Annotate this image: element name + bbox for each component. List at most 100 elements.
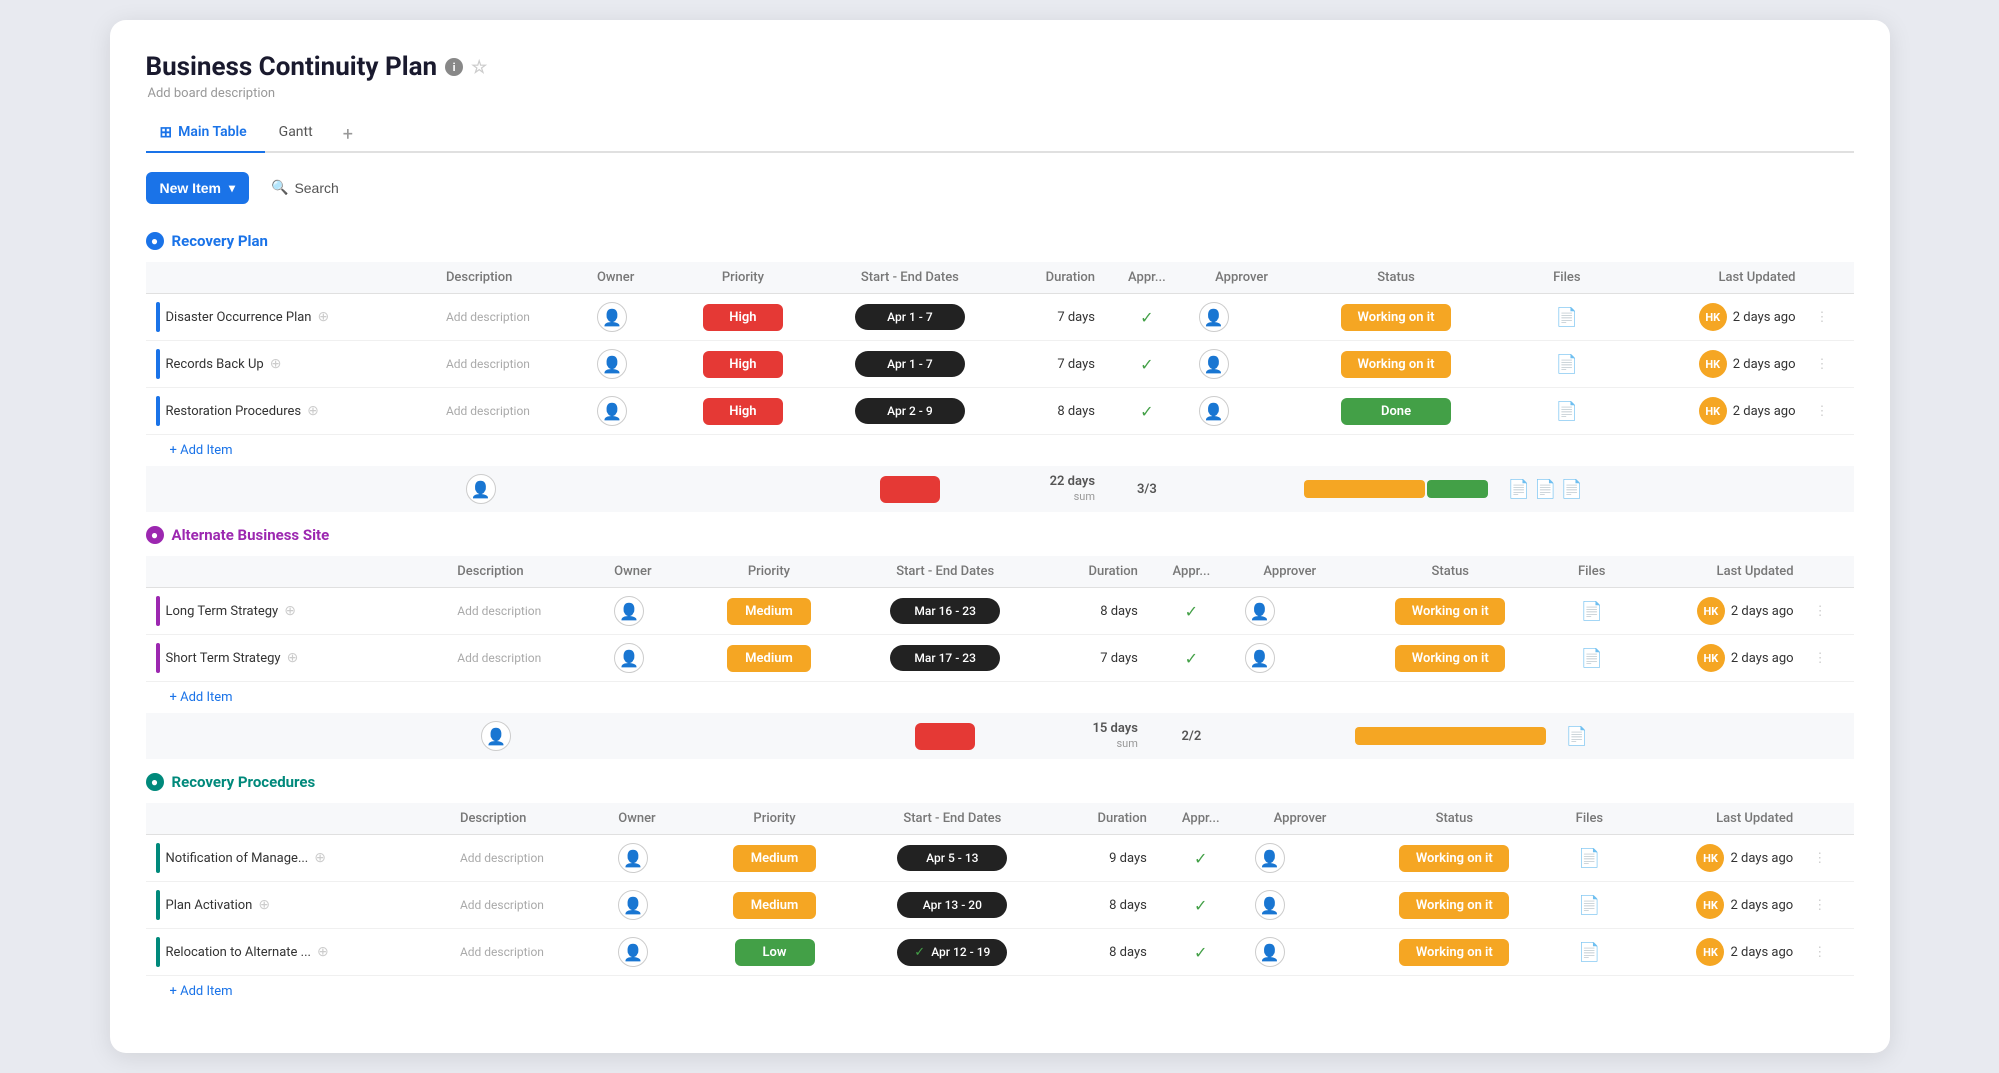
section-title[interactable]: Recovery Plan <box>172 232 268 250</box>
section-collapse-icon[interactable]: ● <box>146 773 164 791</box>
priority-badge[interactable]: Medium <box>727 645 811 672</box>
search-button[interactable]: 🔍 Search <box>261 171 349 204</box>
add-description-icon[interactable]: ⊕ <box>284 603 296 619</box>
date-range-badge[interactable]: Apr 1 - 7 <box>855 351 965 377</box>
date-range-badge[interactable]: Apr 2 - 9 <box>855 398 965 424</box>
approver-avatar[interactable]: 👤 <box>1245 643 1275 673</box>
status-badge[interactable]: Working on it <box>1341 351 1451 378</box>
date-range-badge[interactable]: Apr 5 - 13 <box>897 845 1007 871</box>
tab-main-table[interactable]: ⊞ Main Table <box>146 115 265 153</box>
description-text[interactable]: Add description <box>446 404 530 418</box>
priority-cell: Medium <box>691 635 847 682</box>
item-name[interactable]: Plan Activation <box>166 898 253 913</box>
more-options-icon[interactable]: ⋮ <box>1813 851 1826 866</box>
section-collapse-icon[interactable]: ● <box>146 526 164 544</box>
priority-badge[interactable]: High <box>703 304 783 331</box>
col-files: Files <box>1498 262 1636 294</box>
description-text[interactable]: Add description <box>460 851 544 865</box>
more-options-icon[interactable]: ⋮ <box>1814 651 1827 666</box>
date-range-badge[interactable]: Apr 1 - 7 <box>855 304 965 330</box>
priority-badge[interactable]: Low <box>735 939 815 966</box>
add-description-icon[interactable]: ⊕ <box>258 897 270 913</box>
file-icon: 📄 <box>1534 479 1556 500</box>
status-badge[interactable]: Done <box>1341 398 1451 425</box>
add-description-icon[interactable]: ⊕ <box>314 850 326 866</box>
description-text[interactable]: Add description <box>457 651 541 665</box>
description-text[interactable]: Add description <box>460 898 544 912</box>
description-text[interactable]: Add description <box>457 604 541 618</box>
item-name[interactable]: Restoration Procedures <box>166 404 302 419</box>
new-item-button[interactable]: New Item ▾ <box>146 172 250 204</box>
section-recovery-procedures: ● Recovery Procedures Description Owner … <box>146 769 1854 1007</box>
status-badge[interactable]: Working on it <box>1395 598 1505 625</box>
section-title[interactable]: Alternate Business Site <box>172 526 330 544</box>
priority-badge[interactable]: Medium <box>733 892 817 919</box>
col-name <box>146 262 436 294</box>
owner-avatar[interactable]: 👤 <box>618 937 648 967</box>
owner-avatar[interactable]: 👤 <box>618 890 648 920</box>
description-text[interactable]: Add description <box>446 310 530 324</box>
item-name[interactable]: Long Term Strategy <box>166 604 279 619</box>
more-options-icon[interactable]: ⋮ <box>1813 898 1826 913</box>
approver-cell: 👤 <box>1245 835 1356 882</box>
owner-avatar[interactable]: 👤 <box>618 843 648 873</box>
status-cell: Working on it <box>1345 635 1556 682</box>
add-description-icon[interactable]: ⊕ <box>317 944 329 960</box>
date-range-badge[interactable]: Apr 13 - 20 <box>897 892 1007 918</box>
approver-avatar[interactable]: 👤 <box>1255 890 1285 920</box>
section-title[interactable]: Recovery Procedures <box>172 773 316 791</box>
approver-avatar[interactable]: 👤 <box>1255 843 1285 873</box>
add-item-button[interactable]: + Add Item <box>146 976 1854 1008</box>
col-appr: Appr... <box>1157 803 1245 835</box>
col-more <box>1804 556 1854 588</box>
item-name[interactable]: Notification of Manage... <box>166 851 309 866</box>
priority-cell: Medium <box>696 882 854 929</box>
item-name[interactable]: Short Term Strategy <box>166 651 281 666</box>
board-description[interactable]: Add board description <box>148 86 1854 101</box>
status-badge[interactable]: Working on it <box>1341 304 1451 331</box>
item-name[interactable]: Relocation to Alternate ... <box>166 945 311 960</box>
description-text[interactable]: Add description <box>460 945 544 959</box>
status-badge[interactable]: Working on it <box>1399 845 1509 872</box>
add-item-button[interactable]: + Add Item <box>146 435 1854 467</box>
info-icon[interactable]: i <box>445 58 463 76</box>
status-badge[interactable]: Working on it <box>1399 892 1509 919</box>
approver-avatar[interactable]: 👤 <box>1199 396 1229 426</box>
add-description-icon[interactable]: ⊕ <box>307 403 319 419</box>
add-tab-button[interactable]: + <box>331 116 365 153</box>
owner-avatar[interactable]: 👤 <box>597 302 627 332</box>
approver-avatar[interactable]: 👤 <box>1199 302 1229 332</box>
owner-avatar[interactable]: 👤 <box>597 349 627 379</box>
description-text[interactable]: Add description <box>446 357 530 371</box>
status-badge[interactable]: Working on it <box>1395 645 1505 672</box>
status-badge[interactable]: Working on it <box>1399 939 1509 966</box>
add-description-icon[interactable]: ⊕ <box>287 650 299 666</box>
add-description-icon[interactable]: ⊕ <box>317 309 329 325</box>
summary-owner-avatar: 👤 <box>466 474 496 504</box>
date-range-badge[interactable]: Mar 17 - 23 <box>890 645 1000 671</box>
date-range-badge[interactable]: Mar 16 - 23 <box>890 598 1000 624</box>
item-name[interactable]: Records Back Up <box>166 357 264 372</box>
tab-gantt[interactable]: Gantt <box>265 116 331 152</box>
more-options-icon[interactable]: ⋮ <box>1816 357 1829 372</box>
add-description-icon[interactable]: ⊕ <box>270 356 282 372</box>
priority-badge[interactable]: High <box>703 398 783 425</box>
owner-avatar[interactable]: 👤 <box>614 643 644 673</box>
approver-avatar[interactable]: 👤 <box>1245 596 1275 626</box>
add-item-button[interactable]: + Add Item <box>146 682 1854 714</box>
owner-avatar[interactable]: 👤 <box>597 396 627 426</box>
item-name[interactable]: Disaster Occurrence Plan <box>166 310 312 325</box>
date-range-badge[interactable]: ✓ Apr 12 - 19 <box>897 939 1007 966</box>
approver-avatar[interactable]: 👤 <box>1255 937 1285 967</box>
star-icon[interactable]: ☆ <box>471 57 487 78</box>
priority-badge[interactable]: High <box>703 351 783 378</box>
owner-avatar[interactable]: 👤 <box>614 596 644 626</box>
priority-badge[interactable]: Medium <box>733 845 817 872</box>
section-collapse-icon[interactable]: ● <box>146 232 164 250</box>
priority-badge[interactable]: Medium <box>727 598 811 625</box>
more-options-icon[interactable]: ⋮ <box>1816 404 1829 419</box>
more-options-icon[interactable]: ⋮ <box>1814 604 1827 619</box>
more-options-icon[interactable]: ⋮ <box>1816 310 1829 325</box>
more-options-icon[interactable]: ⋮ <box>1813 945 1826 960</box>
approver-avatar[interactable]: 👤 <box>1199 349 1229 379</box>
